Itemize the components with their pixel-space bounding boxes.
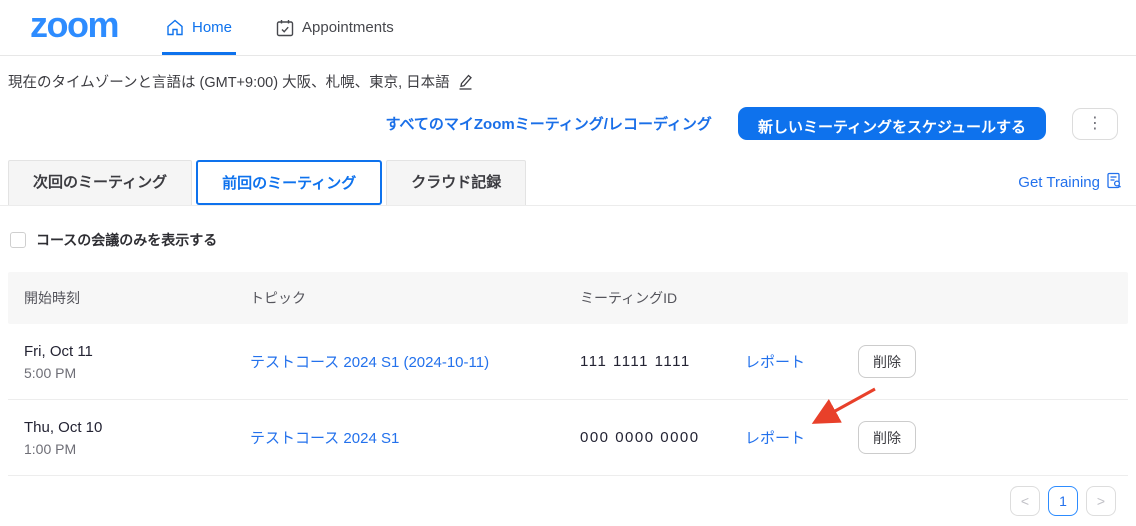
nav-tab-appointments[interactable]: Appointments bbox=[272, 0, 398, 55]
timezone-language-text: 現在のタイムゾーンと言語は (GMT+9:00) 大阪、札幌、東京, 日本語 bbox=[8, 71, 450, 92]
pagination: < 1 > bbox=[1010, 486, 1116, 516]
meeting-date: Fri, Oct 11 bbox=[24, 343, 250, 360]
pagination-prev-button[interactable]: < bbox=[1010, 486, 1040, 516]
calendar-check-icon bbox=[276, 19, 294, 37]
course-filter-row: コースの会議のみを表示する bbox=[10, 230, 1136, 250]
report-link[interactable]: レポート bbox=[745, 430, 805, 447]
table-row: Fri, Oct 11 5:00 PM テストコース 2024 S1 (2024… bbox=[8, 324, 1128, 400]
table-row: Thu, Oct 10 1:00 PM テストコース 2024 S1 000 0… bbox=[8, 400, 1128, 476]
tab-upcoming-meetings[interactable]: 次回のミーティング bbox=[8, 160, 192, 205]
meeting-id: 111 1111 1111 bbox=[580, 353, 745, 370]
meeting-time: 5:00 PM bbox=[24, 365, 250, 381]
vertical-ellipsis-icon: ⋮ bbox=[1087, 116, 1103, 132]
get-training-label: Get Training bbox=[1018, 174, 1100, 191]
home-icon bbox=[166, 19, 184, 36]
table-header-row: 開始時刻 トピック ミーティングID bbox=[8, 272, 1128, 324]
pagination-page-1-button[interactable]: 1 bbox=[1048, 486, 1078, 516]
delete-button[interactable]: 削除 bbox=[858, 421, 916, 454]
nav-tab-home[interactable]: Home bbox=[162, 0, 236, 55]
course-filter-label: コースの会議のみを表示する bbox=[36, 230, 217, 250]
zoom-logo: zoom bbox=[30, 7, 118, 49]
pagination-next-button[interactable]: > bbox=[1086, 486, 1116, 516]
timezone-language-line: 現在のタイムゾーンと言語は (GMT+9:00) 大阪、札幌、東京, 日本語 bbox=[8, 71, 1136, 92]
previous-meetings-table: 開始時刻 トピック ミーティングID Fri, Oct 11 5:00 PM テ… bbox=[8, 272, 1128, 476]
meeting-time: 1:00 PM bbox=[24, 441, 250, 457]
meeting-topic-link[interactable]: テストコース 2024 S1 (2024-10-11) bbox=[250, 354, 489, 371]
top-bar: zoom Home App bbox=[0, 0, 1136, 56]
meeting-date: Thu, Oct 10 bbox=[24, 419, 250, 436]
start-time-cell: Fri, Oct 11 5:00 PM bbox=[24, 343, 250, 381]
all-zoom-meetings-link[interactable]: すべてのマイZoomミーティング/レコーディング bbox=[386, 113, 712, 134]
schedule-meeting-button[interactable]: 新しいミーティングをスケジュールする bbox=[738, 107, 1046, 140]
column-header-topic: トピック bbox=[250, 288, 580, 308]
tab-previous-meetings[interactable]: 前回のミーティング bbox=[196, 160, 382, 205]
more-options-button[interactable]: ⋮ bbox=[1072, 108, 1118, 140]
edit-pencil-icon[interactable] bbox=[458, 73, 473, 90]
training-doc-icon bbox=[1106, 172, 1122, 193]
zoom-lms-page: zoom Home App bbox=[0, 0, 1136, 526]
course-filter-checkbox[interactable] bbox=[10, 232, 26, 248]
meeting-topic-link[interactable]: テストコース 2024 S1 bbox=[250, 430, 399, 447]
meeting-id: 000 0000 0000 bbox=[580, 429, 745, 446]
column-header-start-time: 開始時刻 bbox=[24, 288, 250, 308]
nav-tab-appointments-label: Appointments bbox=[302, 19, 394, 36]
top-navigation: Home Appointments bbox=[162, 0, 398, 55]
start-time-cell: Thu, Oct 10 1:00 PM bbox=[24, 419, 250, 457]
actions-row: すべてのマイZoomミーティング/レコーディング 新しいミーティングをスケジュー… bbox=[0, 107, 1118, 140]
report-link[interactable]: レポート bbox=[745, 354, 805, 371]
nav-tab-home-label: Home bbox=[192, 19, 232, 36]
delete-button[interactable]: 削除 bbox=[858, 345, 916, 378]
meeting-tabs-row: 次回のミーティング 前回のミーティング クラウド記録 Get Training bbox=[0, 160, 1136, 206]
column-header-meeting-id: ミーティングID bbox=[580, 288, 745, 308]
meeting-tabs: 次回のミーティング 前回のミーティング クラウド記録 bbox=[8, 160, 530, 205]
get-training-link[interactable]: Get Training bbox=[1018, 172, 1122, 205]
tab-cloud-recordings[interactable]: クラウド記録 bbox=[386, 160, 526, 205]
